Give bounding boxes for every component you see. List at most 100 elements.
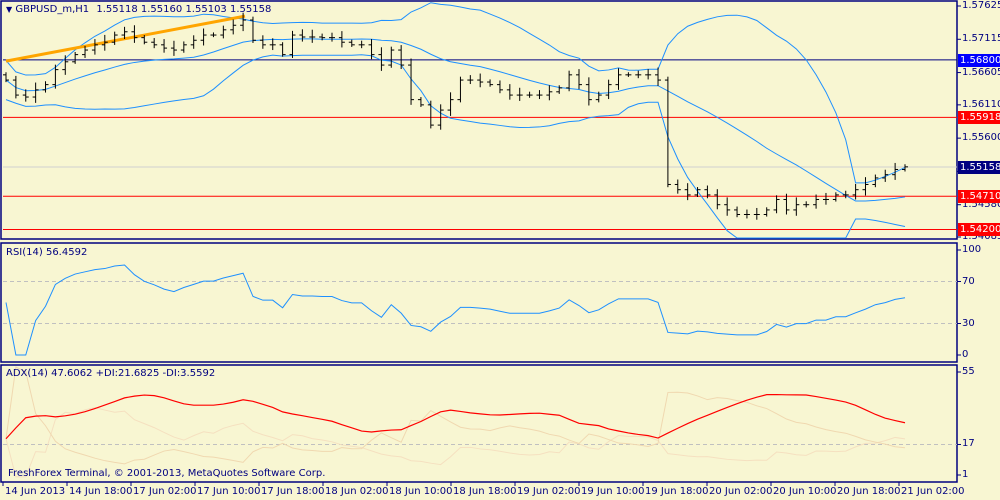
rsi-tick-label: 70: [962, 275, 975, 287]
ohlc-bar: [12, 75, 19, 99]
level-price-tag: 1.54710: [958, 190, 1000, 204]
level-price-tag: 1.54200: [958, 223, 1000, 237]
time-label: 19 Jun 10:00: [581, 486, 645, 497]
ohlc-bar: [180, 41, 187, 53]
ohlc-bar: [3, 72, 9, 83]
ohlc-bar: [220, 25, 227, 39]
ohlc-bar: [111, 31, 118, 45]
ohlc-bar: [487, 79, 494, 87]
rsi-line: [5, 264, 906, 356]
ohlc-bar: [793, 197, 800, 216]
ohlc-bar: [605, 79, 612, 100]
trendline: [5, 14, 246, 63]
price-tick-label: 1.55600: [962, 132, 1000, 144]
time-label: 19 Jun 02:00: [517, 486, 581, 497]
ohlc-bar: [417, 97, 424, 107]
adx-tick-label: 1: [962, 469, 969, 480]
ohlc-bar: [832, 192, 839, 202]
ohlc-bar: [309, 29, 316, 43]
ohlc-bar: [753, 207, 760, 220]
rsi-tick-label: 100: [962, 244, 982, 255]
ohlc-bar: [91, 39, 98, 55]
main-title: ▼ GBPUSD_m,H1 1.55118 1.55160 1.55103 1.…: [6, 4, 271, 15]
time-label: 20 Jun 18:00: [837, 486, 901, 497]
ohlc-bar: [42, 81, 49, 93]
chart-window[interactable]: ▼ GBPUSD_m,H1 1.55118 1.55160 1.55103 1.…: [0, 0, 1000, 500]
ohlc-bar: [427, 100, 434, 129]
adx-title: ADX(14) 47.6062 +DI:21.6825 -DI:3.5592: [6, 368, 216, 379]
bb-lower-line: [5, 54, 906, 239]
ohlc-bar: [724, 197, 731, 216]
ohlc-bar: [269, 38, 276, 51]
ohlc-bar: [852, 183, 859, 200]
ohlc-bar: [714, 189, 721, 210]
ohlc-bar: [763, 207, 770, 217]
time-label: 14 Jun 2013: [5, 486, 66, 497]
ohlc-bar: [615, 68, 622, 90]
panel-border-1: [0, 242, 958, 363]
price-tick-label: 1.57625: [962, 0, 1000, 11]
ohlc-bar: [773, 195, 780, 214]
ohlc-bar: [200, 28, 207, 46]
ohlc-bar: [457, 76, 464, 103]
ohlc-bar: [822, 192, 829, 205]
rsi-tick-label: 30: [962, 317, 975, 329]
price-tick-label: 1.57115: [962, 33, 1000, 45]
ohlc-low: 1.55103: [185, 4, 227, 15]
ohlc-bar: [526, 91, 533, 98]
chart-canvas[interactable]: [0, 0, 1000, 500]
time-label: 18 Jun 18:00: [453, 486, 517, 497]
ohlc-bar: [743, 209, 750, 219]
time-label: 17 Jun 18:00: [261, 486, 325, 497]
level-price-tag: 1.55918: [958, 111, 1000, 125]
ohlc-bar: [783, 193, 790, 215]
ohlc-bar: [684, 183, 691, 201]
ohlc-bar: [32, 82, 39, 103]
ohlc-bar: [566, 70, 573, 92]
ohlc-bar: [862, 177, 869, 196]
level-price-tag: 1.56800: [958, 53, 1000, 67]
ohlc-bar: [131, 25, 138, 43]
ohlc-bar: [664, 76, 671, 188]
ohlc-open: 1.55118: [96, 4, 138, 15]
ohlc-bar: [655, 67, 662, 86]
ohlc-bar: [289, 30, 296, 58]
price-tick-label: 1.56605: [962, 66, 1000, 78]
copyright-text: FreshForex Terminal, © 2001-2013, MetaQu…: [8, 468, 326, 479]
ohlc-bar: [625, 72, 632, 77]
ohlc-bar: [477, 73, 484, 88]
ohlc-bar: [635, 70, 642, 79]
ohlc-bar: [190, 35, 197, 49]
ohlc-bar: [259, 35, 266, 49]
ohlc-bar: [506, 84, 513, 100]
time-label: 14 Jun 18:00: [69, 486, 133, 497]
ohlc-bar: [467, 75, 474, 85]
ohlc-bar: [62, 55, 69, 75]
price-tick-label: 1.56110: [962, 98, 1000, 110]
ohlc-bar: [575, 69, 582, 90]
adx-line: [5, 393, 906, 440]
plus-di-line: [5, 407, 906, 478]
symbol-label: GBPUSD_m,H1: [15, 4, 90, 15]
time-label: 17 Jun 02:00: [133, 486, 197, 497]
time-label: 20 Jun 10:00: [773, 486, 837, 497]
bb-middle-line: [5, 38, 906, 202]
ohlc-bar: [398, 45, 405, 70]
ohlc-bar: [151, 38, 158, 49]
rsi-tick-label: 0: [962, 349, 969, 360]
ohlc-bar: [734, 206, 741, 218]
ohlc-bar: [210, 32, 217, 38]
dropdown-arrow-icon[interactable]: ▼: [6, 5, 12, 14]
adx-tick-label: 55: [962, 366, 975, 377]
ohlc-bar: [348, 39, 355, 47]
ohlc-bar: [161, 39, 168, 53]
bb-upper-line: [5, 2, 906, 184]
minus-di-line: [5, 366, 906, 465]
ohlc-bar: [447, 92, 454, 116]
ohlc-close: 1.55158: [229, 4, 272, 15]
ohlc-high: 1.55160: [140, 4, 183, 15]
ohlc-bar: [645, 69, 652, 80]
ohlc-bar: [230, 19, 237, 35]
ohlc-bar: [674, 179, 681, 194]
ohlc-bar: [170, 40, 177, 56]
